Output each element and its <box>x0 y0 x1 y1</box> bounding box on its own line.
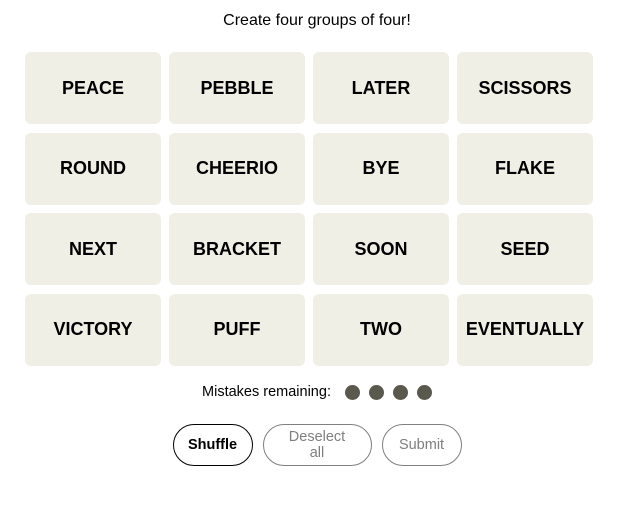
word-tile[interactable]: SCISSORS <box>457 52 593 124</box>
word-tile[interactable]: ROUND <box>25 132 161 205</box>
mistake-dots <box>344 384 432 400</box>
mistakes-label: Mistakes remaining: <box>202 384 331 400</box>
word-tile[interactable]: FLAKE <box>457 132 593 205</box>
mistake-dot <box>416 384 432 400</box>
word-tile[interactable]: NEXT <box>25 213 161 285</box>
word-tile[interactable]: CHEERIO <box>169 132 305 205</box>
mistake-dot <box>344 384 360 400</box>
word-tile[interactable]: EVENTUALLY <box>457 293 593 366</box>
word-tile[interactable]: LATER <box>313 52 449 124</box>
word-tile[interactable]: PUFF <box>169 293 305 366</box>
word-tile[interactable]: PEBBLE <box>169 52 305 124</box>
submit-button[interactable]: Submit <box>381 424 462 466</box>
word-tile[interactable]: BRACKET <box>169 213 305 285</box>
word-tile[interactable]: VICTORY <box>25 293 161 366</box>
word-tile[interactable]: BYE <box>313 132 449 205</box>
shuffle-button[interactable]: Shuffle <box>172 424 253 466</box>
word-tile[interactable]: PEACE <box>25 52 161 124</box>
word-tile[interactable]: TWO <box>313 293 449 366</box>
word-grid: PEACE PEBBLE LATER SCISSORS ROUND CHEERI… <box>25 52 595 366</box>
deselect-all-button[interactable]: Deselect all <box>262 424 372 466</box>
word-tile[interactable]: SOON <box>313 213 449 285</box>
game-instructions: Create four groups of four! <box>223 12 411 29</box>
game-controls: Shuffle Deselect all Submit <box>0 424 634 466</box>
mistakes-remaining: Mistakes remaining: <box>0 384 634 400</box>
word-tile[interactable]: SEED <box>457 213 593 285</box>
mistake-dot <box>392 384 408 400</box>
mistake-dot <box>368 384 384 400</box>
